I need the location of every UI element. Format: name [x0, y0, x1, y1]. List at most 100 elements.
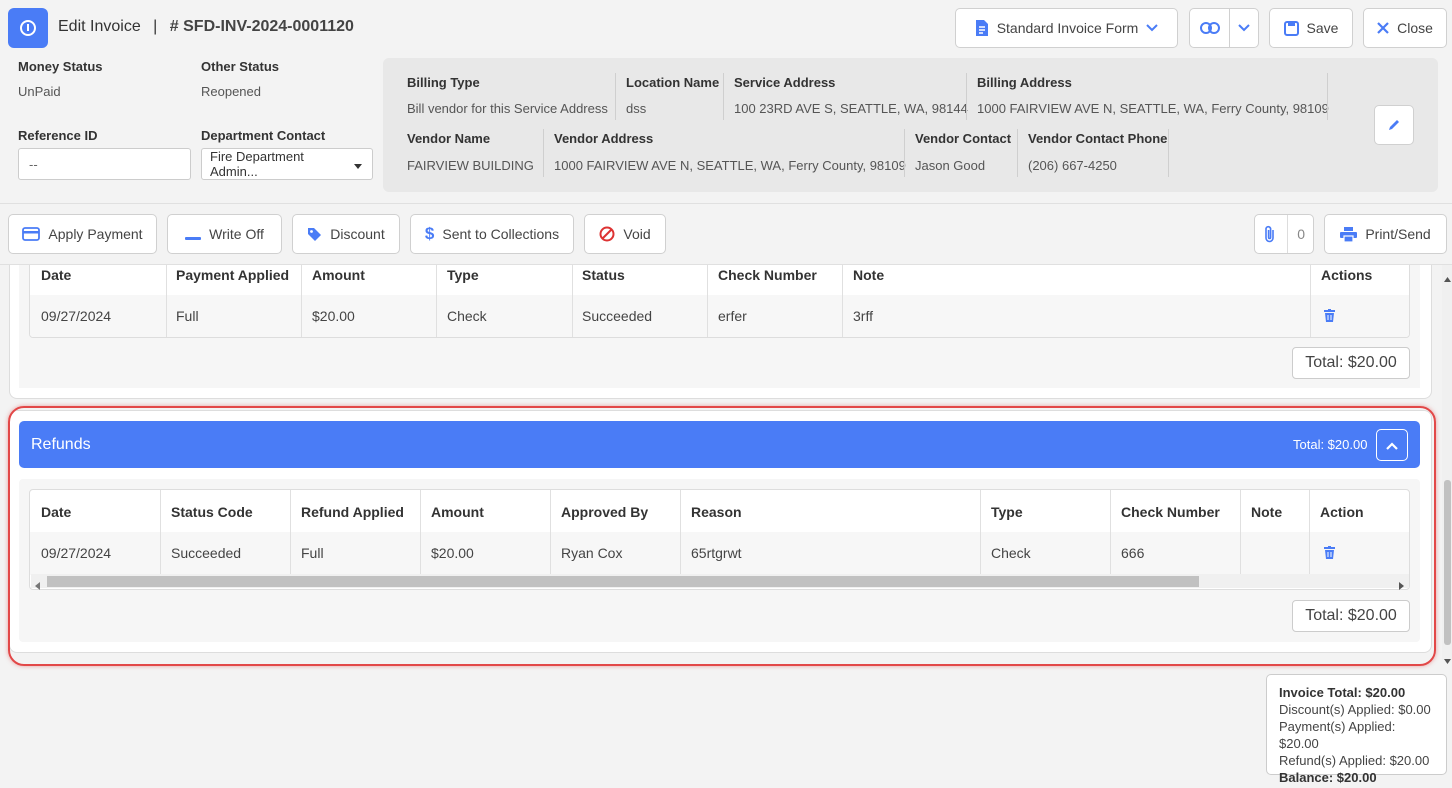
vertical-scroll-thumb[interactable]: [1444, 480, 1451, 645]
close-label: Close: [1397, 20, 1433, 36]
divider: [166, 265, 167, 337]
tag-icon: [307, 227, 322, 242]
link-button[interactable]: [1189, 8, 1230, 48]
department-contact-value: Fire Department Admin...: [210, 149, 304, 179]
scroll-up-icon[interactable]: [1444, 269, 1451, 285]
highlight-outline: [8, 406, 1436, 666]
cell-date: 09/27/2024: [41, 308, 112, 324]
ban-icon: [599, 226, 615, 242]
print-send-label: Print/Send: [1365, 226, 1431, 242]
cell-amount: $20.00: [312, 308, 355, 324]
other-status-label: Other Status: [201, 59, 280, 74]
summary-payments: Payment(s) Applied: $20.00: [1279, 719, 1396, 751]
billing-type-label: Billing Type: [407, 75, 480, 90]
column-header-note: Note: [853, 267, 885, 283]
money-status-value: UnPaid: [18, 84, 61, 99]
close-icon: [1377, 22, 1389, 34]
scroll-down-icon[interactable]: [1444, 651, 1451, 667]
department-contact-label: Department Contact: [201, 128, 326, 143]
pencil-icon: [1387, 118, 1401, 132]
column-header-check-number: Check Number: [718, 267, 817, 283]
cell-status: Succeeded: [582, 308, 653, 324]
column-header-date: Date: [41, 267, 72, 283]
divider: [615, 73, 616, 120]
money-status-label: Money Status: [18, 59, 103, 74]
cell-payment-applied: Full: [176, 308, 199, 324]
app-menu-button[interactable]: [8, 8, 48, 48]
divider: [723, 73, 724, 120]
chevron-down-icon: [1146, 24, 1159, 32]
location-name-value: dss: [626, 101, 647, 116]
divider: [1310, 265, 1311, 337]
edit-billing-button[interactable]: [1374, 105, 1414, 145]
column-header-amount: Amount: [312, 267, 365, 283]
chevron-down-icon: [1238, 24, 1250, 32]
void-label: Void: [623, 226, 651, 242]
form-select[interactable]: Standard Invoice Form: [955, 8, 1178, 48]
billing-info-panel: Billing Type Bill vendor for this Service…: [383, 58, 1438, 192]
summary-balance: Balance: $20.00: [1279, 770, 1377, 785]
title-separator: |: [153, 18, 158, 35]
document-icon: [975, 20, 989, 36]
column-header-type: Type: [447, 267, 479, 283]
divider: [966, 73, 967, 120]
vendor-address-value: 1000 FAIRVIEW AVE N, SEATTLE, WA, Ferry …: [554, 158, 906, 173]
cell-check-number: erfer: [718, 308, 747, 324]
write-off-label: Write Off: [209, 226, 264, 242]
divider: [1017, 129, 1018, 177]
vendor-contact-value: Jason Good: [915, 158, 986, 173]
sent-to-collections-label: Sent to Collections: [442, 226, 560, 242]
cell-note: 3rff: [853, 308, 873, 324]
close-button[interactable]: Close: [1363, 8, 1447, 48]
sent-to-collections-button[interactable]: $ Sent to Collections: [410, 214, 574, 254]
form-select-label: Standard Invoice Form: [996, 20, 1139, 36]
write-off-button[interactable]: Write Off: [167, 214, 282, 254]
save-icon: [1283, 20, 1299, 36]
reference-id-input[interactable]: --: [18, 148, 191, 180]
summary-refunds: Refund(s) Applied: $20.00: [1279, 753, 1430, 768]
vendor-phone-label: Vendor Contact Phone: [1028, 131, 1168, 146]
credit-card-icon: [22, 227, 41, 241]
trash-icon[interactable]: [1324, 309, 1335, 325]
column-header-status: Status: [582, 267, 625, 283]
invoice-summary: Invoice Total: $20.00 Discount(s) Applie…: [1266, 674, 1447, 785]
discount-button[interactable]: Discount: [292, 214, 400, 254]
service-address-label: Service Address: [734, 75, 836, 90]
divider: [543, 129, 544, 177]
vendor-address-label: Vendor Address: [554, 131, 654, 146]
column-header-actions: Actions: [1321, 267, 1373, 283]
apply-payment-button[interactable]: Apply Payment: [8, 214, 157, 254]
discount-label: Discount: [330, 226, 385, 242]
cell-type: Check: [447, 308, 487, 324]
link-icon: [1199, 22, 1220, 34]
caret-down-icon: [354, 157, 362, 172]
printer-icon: [1340, 226, 1358, 242]
dollar-icon: $: [424, 224, 435, 243]
power-icon: [20, 20, 36, 36]
save-button[interactable]: Save: [1269, 8, 1353, 48]
column-header-payment-applied: Payment Applied: [176, 267, 290, 283]
divider: [904, 129, 905, 177]
paperclip-icon: [1263, 225, 1277, 243]
save-label: Save: [1306, 20, 1339, 36]
divider: [436, 265, 437, 337]
vendor-name-label: Vendor Name: [407, 131, 491, 146]
service-address-value: 100 23RD AVE S, SEATTLE, WA, 98144: [734, 101, 968, 116]
minus-icon: [185, 226, 202, 242]
department-contact-select[interactable]: Fire Department Admin...: [201, 148, 373, 180]
attachments-button[interactable]: 0: [1254, 214, 1314, 254]
billing-address-label: Billing Address: [977, 75, 1072, 90]
vendor-phone-value: (206) 667-4250: [1028, 158, 1117, 173]
divider: [572, 265, 573, 337]
divider: [1168, 129, 1169, 177]
apply-payment-label: Apply Payment: [48, 226, 143, 242]
print-send-button[interactable]: Print/Send: [1324, 214, 1447, 254]
payments-table: Date Payment Applied Amount Type Status …: [29, 265, 1410, 338]
title-text: Edit Invoice: [58, 18, 141, 35]
summary-invoice-total: Invoice Total: $20.00: [1279, 685, 1406, 700]
divider: [1327, 73, 1328, 120]
void-button[interactable]: Void: [584, 214, 666, 254]
invoice-number: # SFD-INV-2024-0001120: [169, 18, 354, 35]
other-status-value: Reopened: [201, 84, 261, 99]
link-dropdown-button[interactable]: [1229, 8, 1259, 48]
